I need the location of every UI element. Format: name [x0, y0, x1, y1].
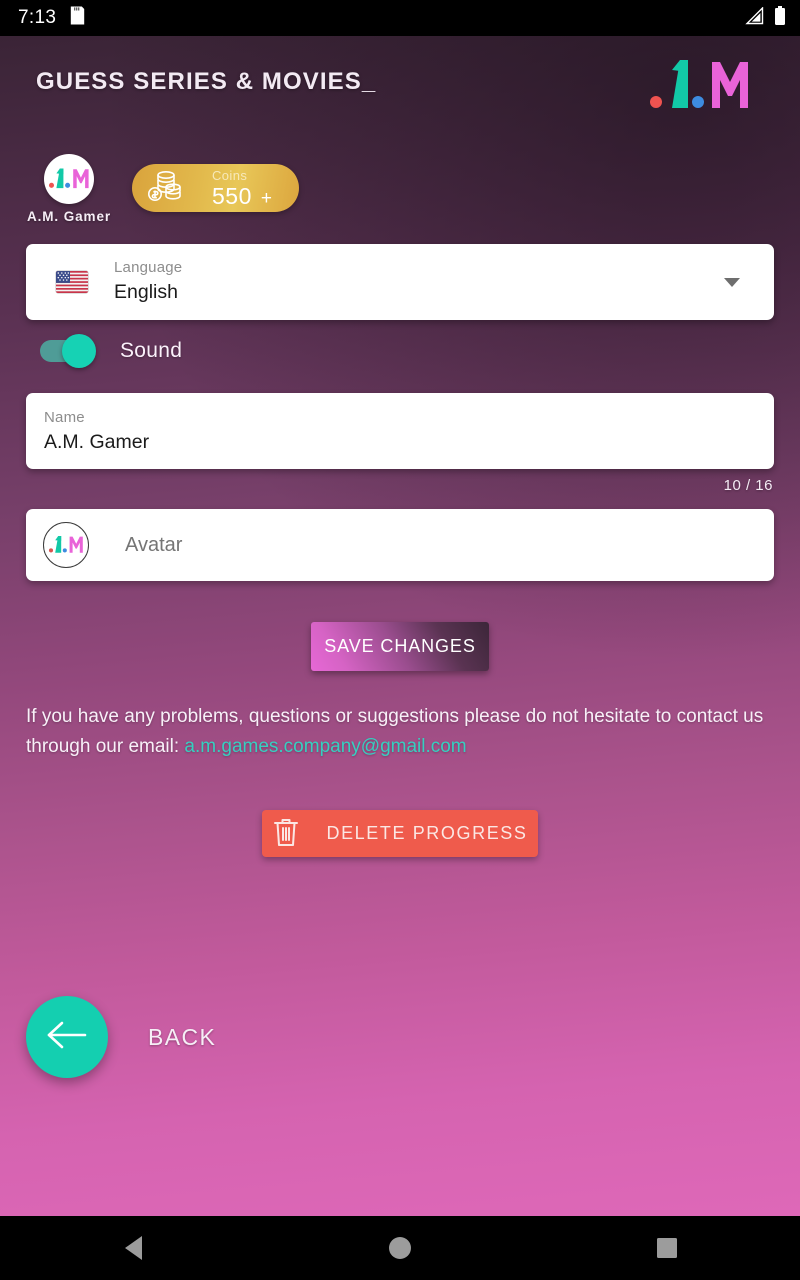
coins-amount-row: 550 + — [212, 182, 272, 209]
language-texts: Language English — [114, 259, 724, 304]
sound-label: Sound — [120, 339, 183, 362]
battery-full-icon — [774, 5, 786, 31]
chevron-down-icon[interactable] — [724, 277, 740, 287]
coins-texts: Coins 550 + — [198, 169, 272, 208]
avatar-picker[interactable]: Avatar — [26, 509, 774, 581]
nav-back-triangle-icon — [124, 1236, 142, 1260]
language-value: English — [114, 281, 178, 304]
am-avatar-icon — [43, 522, 89, 568]
signal-bars-icon — [744, 5, 764, 30]
sd-card-icon — [70, 6, 85, 30]
app-header: GUESS SERIES & MOVIES_ — [0, 36, 800, 146]
nav-back-button[interactable] — [73, 1216, 193, 1280]
language-select[interactable]: Language English — [26, 244, 774, 320]
status-bar: 7:13 — [0, 0, 800, 36]
status-bar-left: 7:13 — [18, 6, 85, 30]
name-char-counter: 10 / 16 — [723, 477, 773, 494]
arrow-left-icon — [44, 1017, 90, 1058]
back-row[interactable]: BACK — [26, 996, 216, 1078]
save-changes-button[interactable]: SAVE CHANGES — [311, 622, 489, 671]
us-flag-icon — [56, 271, 88, 293]
profile-row: A.M. Gamer Coins 550 + — [0, 154, 800, 226]
nav-home-button[interactable] — [340, 1216, 460, 1280]
coins-add-icon[interactable]: + — [261, 189, 272, 208]
contact-email-link[interactable]: a.m.games.company@gmail.com — [184, 736, 466, 757]
back-label: BACK — [148, 1023, 217, 1050]
trash-can-icon — [272, 816, 300, 851]
name-input[interactable]: Name A.M. Gamer — [26, 393, 774, 469]
contact-info-text: If you have any problems, questions or s… — [26, 702, 774, 762]
back-button[interactable] — [26, 996, 108, 1078]
status-bar-right — [744, 5, 786, 31]
delete-progress-button[interactable]: DELETE PROGRESS — [262, 810, 538, 857]
app-content: GUESS SERIES & MOVIES_ A.M. Gamer Coins … — [0, 36, 800, 1216]
avatar-placeholder-label: Avatar — [125, 533, 183, 556]
player-profile[interactable]: A.M. Gamer — [20, 154, 118, 224]
language-label: Language — [114, 259, 183, 277]
coins-label: Coins — [212, 167, 248, 183]
sound-toggle-thumb — [62, 334, 96, 368]
name-label: Name — [44, 408, 85, 426]
name-value: A.M. Gamer — [44, 430, 150, 453]
player-name-label: A.M. Gamer — [26, 209, 112, 224]
am-brand-logo-icon — [650, 56, 754, 118]
coins-value: 550 — [212, 182, 252, 209]
nav-recents-square-icon — [656, 1238, 677, 1258]
nav-recents-button[interactable] — [607, 1216, 727, 1280]
phone-screen: 7:13 GUESS SERIES & MOVIES_ A.M. Gamer C… — [0, 0, 800, 1280]
status-bar-clock: 7:13 — [18, 7, 57, 28]
coins-badge[interactable]: Coins 550 + — [132, 164, 299, 212]
delete-progress-label: DELETE PROGRESS — [326, 823, 528, 843]
page-title: GUESS SERIES & MOVIES_ — [36, 68, 377, 95]
sound-toggle[interactable] — [40, 334, 96, 368]
nav-home-circle-icon — [388, 1237, 411, 1259]
coin-stack-icon — [146, 169, 186, 208]
android-nav-bar — [0, 1216, 800, 1280]
avatar — [44, 154, 94, 204]
sound-setting-row[interactable]: Sound — [40, 334, 183, 368]
